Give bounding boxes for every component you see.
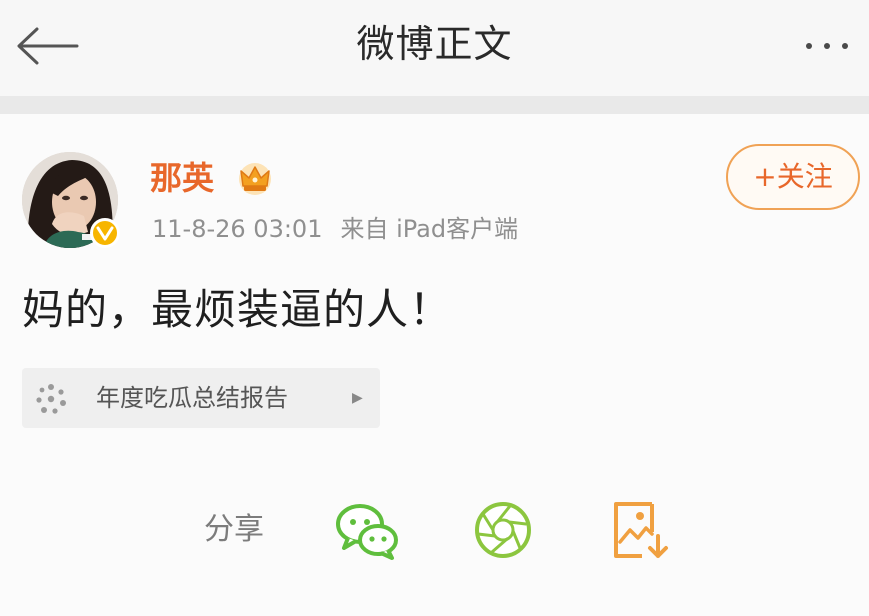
wechat-moments-icon[interactable] bbox=[470, 498, 536, 562]
topic-link[interactable]: 年度吃瓜总结报告 ▶ bbox=[22, 368, 380, 428]
triangle-right-icon: ▶ bbox=[352, 390, 363, 406]
more-options-button[interactable] bbox=[791, 26, 863, 66]
more-dots-icon bbox=[806, 43, 848, 49]
post-timestamp: 11-8-26 03:01 bbox=[152, 215, 323, 243]
post-text: 妈的，最烦装逼的人！ bbox=[22, 285, 453, 334]
crown-icon bbox=[239, 163, 271, 195]
wechat-icon[interactable] bbox=[334, 498, 400, 562]
share-label: 分享 bbox=[204, 512, 264, 547]
page-title: 微博正文 bbox=[356, 22, 513, 66]
follow-button[interactable]: +关注 bbox=[726, 144, 860, 210]
section-divider bbox=[0, 96, 869, 114]
post-meta: 11-8-26 03:01 来自 iPad客户端 bbox=[152, 214, 518, 244]
sparkle-dots-icon bbox=[36, 384, 66, 414]
top-navigation-bar: 微博正文 bbox=[0, 0, 869, 96]
verified-v-badge-icon bbox=[90, 218, 120, 248]
post-source: 来自 iPad客户端 bbox=[340, 215, 519, 243]
save-image-icon[interactable] bbox=[608, 498, 674, 562]
author-name[interactable]: 那英 bbox=[150, 158, 214, 198]
topic-label: 年度吃瓜总结报告 bbox=[96, 384, 288, 412]
post-card: 那英 11-8-26 03:01 来自 iPad客户端 +关注 妈的，最烦装逼的人… bbox=[0, 114, 869, 616]
